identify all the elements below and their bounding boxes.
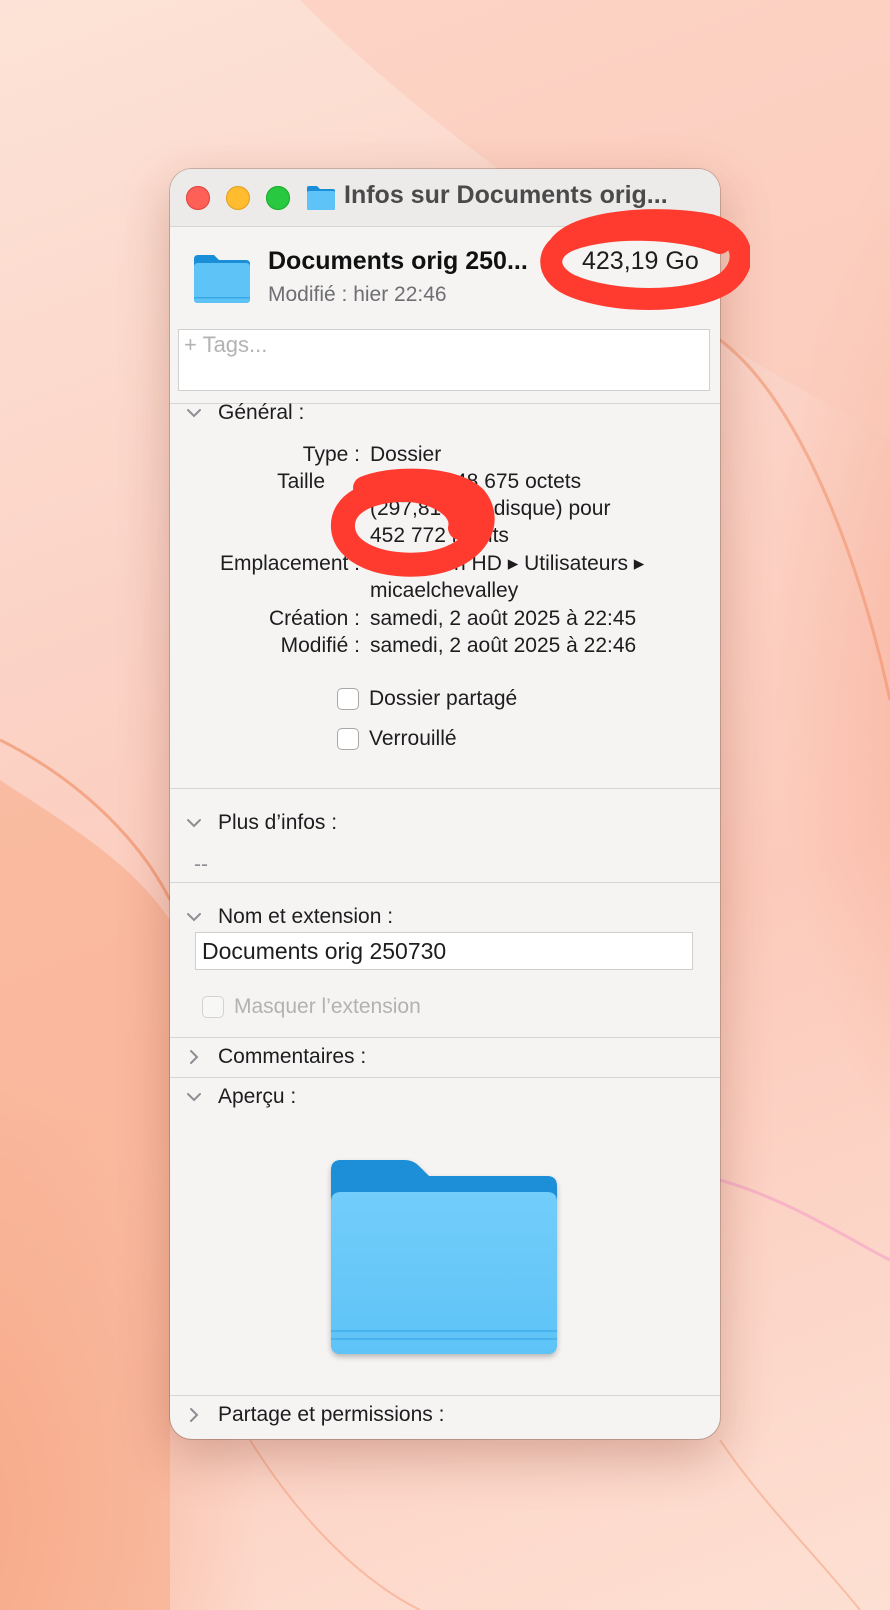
close-button[interactable] bbox=[186, 186, 210, 210]
hide-extension-checkbox-row: Masquer l’extension bbox=[202, 995, 421, 1019]
folder-icon bbox=[194, 255, 250, 303]
minimize-button[interactable] bbox=[226, 186, 250, 210]
created-label: Création : bbox=[268, 607, 360, 630]
file-name: Documents orig 250... bbox=[268, 247, 528, 275]
divider bbox=[170, 1395, 720, 1396]
shared-folder-checkbox-row[interactable]: Dossier partagé bbox=[337, 687, 517, 711]
section-more-info-toggle[interactable]: Plus d’infos : bbox=[184, 809, 337, 837]
get-info-window: Infos sur Documents orig... Documents or… bbox=[170, 169, 720, 1439]
chevron-right-icon bbox=[190, 1408, 199, 1422]
size-value-line3: 452 772 ments bbox=[370, 524, 509, 547]
section-comments-label: Commentaires : bbox=[218, 1045, 367, 1068]
tags-input[interactable]: + Tags... bbox=[178, 329, 710, 391]
size-value-line2: (297,81 G ur disque) pour bbox=[370, 497, 611, 520]
divider bbox=[170, 1037, 720, 1038]
modified-value: samedi, 2 août 2025 à 22:46 bbox=[370, 634, 637, 657]
location-label: Emplacement : bbox=[219, 552, 360, 575]
chevron-down-icon bbox=[187, 409, 201, 418]
section-preview-label: Aperçu : bbox=[218, 1085, 297, 1108]
location-value-line1: Macintosh HD ▸ Utilisateurs ▸ bbox=[370, 552, 645, 575]
divider bbox=[170, 788, 720, 789]
tags-placeholder: + Tags... bbox=[184, 332, 268, 357]
section-sharing-toggle[interactable]: Partage et permissions : bbox=[184, 1401, 444, 1429]
section-name-ext-label: Nom et extension : bbox=[218, 905, 394, 928]
locked-checkbox-row[interactable]: Verrouillé bbox=[337, 727, 457, 751]
titlebar[interactable]: Infos sur Documents orig... bbox=[170, 169, 720, 227]
zoom-button[interactable] bbox=[266, 186, 290, 210]
file-modified-date: Modifié : hier 22:46 bbox=[268, 283, 447, 306]
folder-icon bbox=[307, 186, 335, 210]
folder-preview-icon bbox=[331, 1160, 557, 1354]
hide-extension-checkbox bbox=[202, 996, 224, 1018]
name-extension-input[interactable] bbox=[195, 932, 693, 970]
section-general-label: Général : bbox=[218, 401, 305, 424]
section-preview-toggle[interactable]: Aperçu : bbox=[184, 1083, 296, 1111]
location-value-line2: micaelchevalley bbox=[370, 579, 519, 602]
size-label: Taille bbox=[277, 470, 325, 493]
shared-folder-checkbox[interactable] bbox=[337, 688, 359, 710]
chevron-down-icon bbox=[187, 819, 201, 828]
hide-extension-label: Masquer l’extension bbox=[234, 995, 421, 1018]
shared-folder-label: Dossier partagé bbox=[369, 687, 518, 710]
locked-label: Verrouillé bbox=[369, 727, 457, 750]
more-info-value: -- bbox=[194, 853, 208, 876]
locked-checkbox[interactable] bbox=[337, 728, 359, 750]
divider bbox=[170, 1077, 720, 1078]
window-title: Infos sur Documents orig... bbox=[344, 181, 668, 209]
section-general-toggle[interactable]: Général : bbox=[184, 399, 304, 427]
section-comments-toggle[interactable]: Commentaires : bbox=[184, 1043, 366, 1071]
type-label: Type : bbox=[302, 443, 360, 466]
modified-label: Modifié : bbox=[280, 634, 360, 657]
type-value: Dossier bbox=[370, 443, 442, 466]
chevron-right-icon bbox=[190, 1050, 199, 1064]
chevron-down-icon bbox=[187, 1093, 201, 1102]
divider bbox=[170, 882, 720, 883]
section-more-info-label: Plus d’infos : bbox=[218, 811, 338, 834]
section-name-ext-toggle[interactable]: Nom et extension : bbox=[184, 903, 393, 931]
created-value: samedi, 2 août 2025 à 22:45 bbox=[370, 607, 637, 630]
size-value-line1: 48 675 octets bbox=[455, 470, 582, 493]
file-size: 423,19 Go bbox=[582, 247, 699, 275]
section-sharing-label: Partage et permissions : bbox=[218, 1403, 445, 1426]
chevron-down-icon bbox=[187, 913, 201, 922]
